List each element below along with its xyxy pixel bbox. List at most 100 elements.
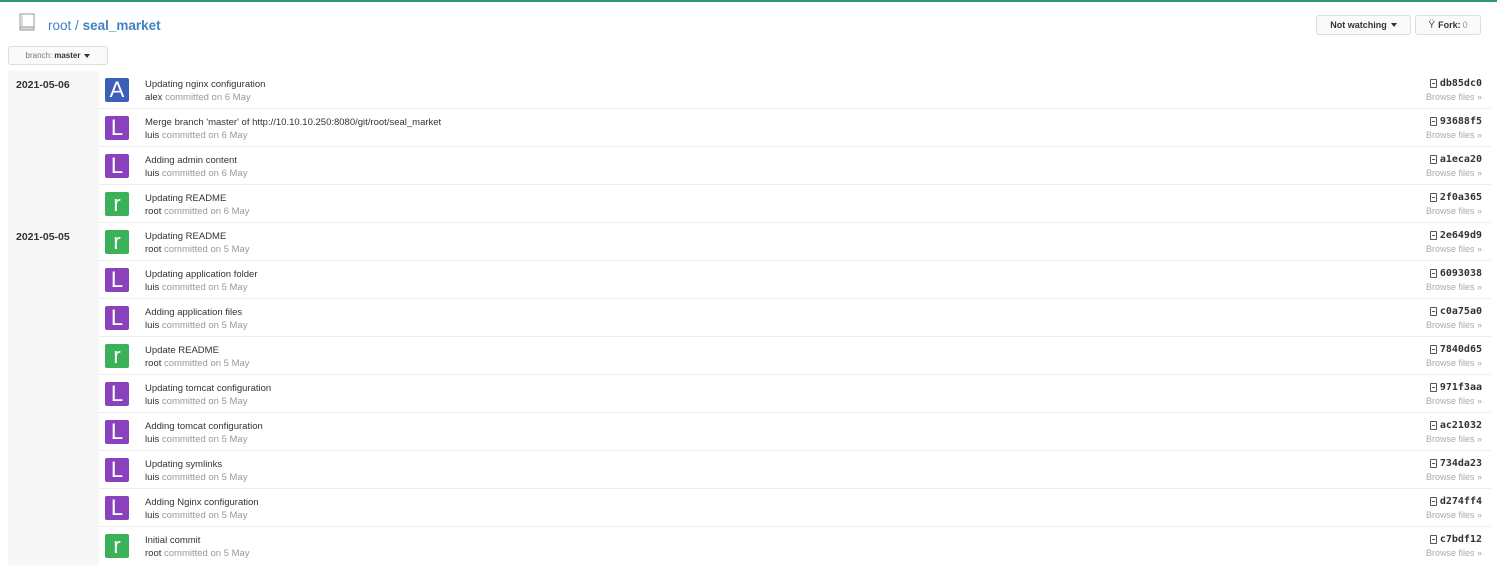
fork-button[interactable]: Ÿ Fork: 0: [1415, 15, 1481, 35]
commit-message-link[interactable]: Updating application folder: [145, 269, 258, 280]
commit-meta: root committed on 5 May: [145, 358, 250, 369]
commit-time: committed on 5 May: [164, 244, 250, 255]
commit-sha: 734da23: [1439, 458, 1482, 469]
commit-log: 2021-05-06 2021-05-05 A Updating nginx conf…: [8, 71, 1491, 565]
browse-files-link[interactable]: Browse files »: [1426, 510, 1482, 520]
commit-author[interactable]: luis: [145, 434, 159, 445]
commit-sha: 971f3aa: [1439, 382, 1482, 393]
clipboard-icon[interactable]: [1429, 117, 1437, 126]
clipboard-icon[interactable]: [1429, 231, 1437, 240]
avatar[interactable]: A: [105, 78, 129, 102]
browse-files-link[interactable]: Browse files »: [1426, 472, 1482, 482]
repo-name-link[interactable]: seal_market: [83, 18, 161, 33]
commit-date: 2021-05-05: [16, 231, 70, 243]
commit-message-link[interactable]: Update README: [145, 345, 219, 356]
commit-message-link[interactable]: Merge branch 'master' of http://10.10.10…: [145, 117, 441, 128]
commit-row: A Updating nginx configuration alex commit…: [99, 71, 1491, 109]
commit-message-link[interactable]: Initial commit: [145, 535, 200, 546]
commit-sha-link[interactable]: 7840d65: [1429, 344, 1482, 355]
commit-message-link[interactable]: Adding Nginx configuration: [145, 497, 259, 508]
commit-time: committed on 5 May: [161, 472, 248, 483]
commit-sha: db85dc0: [1439, 78, 1482, 89]
clipboard-icon[interactable]: [1429, 307, 1437, 316]
commit-message-link[interactable]: Updating nginx configuration: [145, 79, 265, 90]
clipboard-icon[interactable]: [1429, 421, 1437, 430]
commit-author[interactable]: luis: [145, 282, 159, 293]
clipboard-icon[interactable]: [1429, 345, 1437, 354]
browse-files-link[interactable]: Browse files »: [1426, 358, 1482, 368]
commit-message-link[interactable]: Updating README: [145, 231, 226, 242]
clipboard-icon[interactable]: [1429, 269, 1437, 278]
commit-message-link[interactable]: Updating README: [145, 193, 226, 204]
commit-author[interactable]: luis: [145, 130, 159, 141]
avatar[interactable]: L: [105, 458, 129, 482]
commit-author[interactable]: luis: [145, 320, 159, 331]
commit-author[interactable]: luis: [145, 396, 159, 407]
browse-files-link[interactable]: Browse files »: [1426, 92, 1482, 102]
commit-sha-link[interactable]: c7bdf12: [1429, 534, 1482, 545]
commit-sha-link[interactable]: c0a75a0: [1429, 306, 1482, 317]
commit-sha-link[interactable]: 2e649d9: [1429, 230, 1482, 241]
browse-files-link[interactable]: Browse files »: [1426, 320, 1482, 330]
commit-sha-link[interactable]: d274ff4: [1429, 496, 1482, 507]
commit-author[interactable]: luis: [145, 168, 159, 179]
commit-sha-link[interactable]: a1eca20: [1429, 154, 1482, 165]
commit-time: committed on 5 May: [161, 396, 248, 407]
avatar[interactable]: r: [105, 192, 129, 216]
browse-files-link[interactable]: Browse files »: [1426, 396, 1482, 406]
commit-message-link[interactable]: Updating symlinks: [145, 459, 222, 470]
commit-author[interactable]: root: [145, 244, 161, 255]
avatar[interactable]: L: [105, 154, 129, 178]
clipboard-icon[interactable]: [1429, 459, 1437, 468]
commit-sha-link[interactable]: ac21032: [1429, 420, 1482, 431]
browse-files-link[interactable]: Browse files »: [1426, 168, 1482, 178]
commit-author[interactable]: luis: [145, 472, 159, 483]
avatar[interactable]: L: [105, 116, 129, 140]
avatar[interactable]: r: [105, 534, 129, 558]
commit-author[interactable]: alex: [145, 92, 162, 103]
commit-sha-link[interactable]: db85dc0: [1429, 78, 1482, 89]
browse-files-link[interactable]: Browse files »: [1426, 548, 1482, 558]
commit-sha-link[interactable]: 6093038: [1429, 268, 1482, 279]
clipboard-icon[interactable]: [1429, 535, 1437, 544]
avatar[interactable]: L: [105, 306, 129, 330]
commit-meta: luis committed on 5 May: [145, 434, 247, 445]
clipboard-icon[interactable]: [1429, 155, 1437, 164]
commit-author[interactable]: luis: [145, 510, 159, 521]
commit-author[interactable]: root: [145, 358, 161, 369]
commit-message-link[interactable]: Updating tomcat configuration: [145, 383, 271, 394]
commit-sha-link[interactable]: 2f0a365: [1429, 192, 1482, 203]
browse-files-link[interactable]: Browse files »: [1426, 206, 1482, 216]
avatar[interactable]: L: [105, 420, 129, 444]
commit-sha: 93688f5: [1439, 116, 1482, 127]
commit-row: L Adding Nginx configuration luis committe…: [99, 489, 1491, 527]
clipboard-icon[interactable]: [1429, 79, 1437, 88]
commit-author[interactable]: root: [145, 548, 161, 559]
repo-owner-link[interactable]: root: [48, 18, 71, 33]
avatar[interactable]: L: [105, 268, 129, 292]
commit-message-link[interactable]: Adding tomcat configuration: [145, 421, 263, 432]
branch-selector[interactable]: branch: master: [8, 46, 108, 65]
browse-files-link[interactable]: Browse files »: [1426, 282, 1482, 292]
commit-meta: luis committed on 5 May: [145, 510, 247, 521]
avatar[interactable]: L: [105, 382, 129, 406]
commit-sha-link[interactable]: 93688f5: [1429, 116, 1482, 127]
browse-files-link[interactable]: Browse files »: [1426, 434, 1482, 444]
browse-files-link[interactable]: Browse files »: [1426, 244, 1482, 254]
clipboard-icon[interactable]: [1429, 193, 1437, 202]
commit-message-link[interactable]: Adding admin content: [145, 155, 237, 166]
avatar[interactable]: L: [105, 496, 129, 520]
avatar[interactable]: r: [105, 230, 129, 254]
browse-files-link[interactable]: Browse files »: [1426, 130, 1482, 140]
avatar[interactable]: r: [105, 344, 129, 368]
clipboard-icon[interactable]: [1429, 383, 1437, 392]
clipboard-icon[interactable]: [1429, 497, 1437, 506]
commit-message-link[interactable]: Adding application files: [145, 307, 242, 318]
commit-sha-link[interactable]: 734da23: [1429, 458, 1482, 469]
commit-author[interactable]: root: [145, 206, 161, 217]
commit-sha-link[interactable]: 971f3aa: [1429, 382, 1482, 393]
commit-meta: alex committed on 6 May: [145, 92, 251, 103]
commit-row: L Updating tomcat configuration luis commi…: [99, 375, 1491, 413]
watch-label: Not watching: [1330, 20, 1387, 30]
watch-button[interactable]: Not watching: [1316, 15, 1411, 35]
